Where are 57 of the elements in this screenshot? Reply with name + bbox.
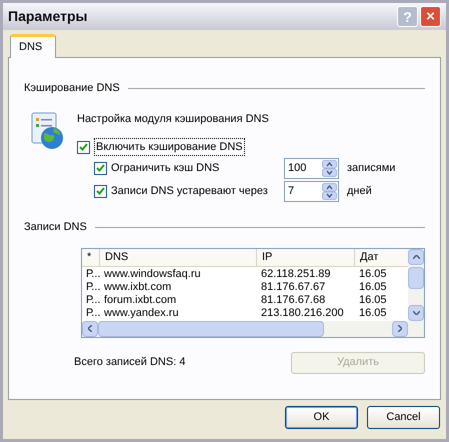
unit-label: дней xyxy=(347,184,372,199)
table-cell-text: forum.ixbt.com xyxy=(103,294,178,306)
caret-down-icon xyxy=(412,310,420,314)
caret-right-icon xyxy=(398,325,402,332)
table-cell-text: www.windowsfaq.ru xyxy=(103,268,202,280)
checkbox-label[interactable]: Записи DNS устаревают через xyxy=(111,182,284,200)
scroll-thumb[interactable] xyxy=(98,320,324,336)
scroll-down-button[interactable] xyxy=(408,304,424,320)
horizontal-scrollbar[interactable] xyxy=(82,320,424,336)
table-cell-text: Р... xyxy=(85,280,100,294)
checkbox-label[interactable]: Включить кэширование DNS xyxy=(94,138,245,156)
description-text: Настройка модуля кэширования DNS xyxy=(77,112,270,126)
globe-document-icon xyxy=(30,110,66,150)
table-cell-text: Р... xyxy=(85,306,100,320)
close-button[interactable]: × xyxy=(420,6,441,27)
column-header[interactable]: IP xyxy=(257,248,355,266)
table-cell-text: 213.180.216.200 xyxy=(260,306,345,320)
check-icon xyxy=(96,164,105,172)
ok-button[interactable]: OK xyxy=(285,406,358,429)
section-heading: Записи DNS xyxy=(24,220,87,235)
checkbox[interactable] xyxy=(94,184,107,198)
checkbox[interactable] xyxy=(94,162,107,174)
table-cell-text: Р... xyxy=(85,294,100,306)
scroll-thumb[interactable] xyxy=(408,266,424,288)
records-count: Всего записей DNS: 4 xyxy=(74,355,186,370)
table-cell-text: 81.176.67.67 xyxy=(260,280,326,294)
caret-left-icon xyxy=(88,325,92,332)
unit-label: записями xyxy=(347,160,396,176)
scroll-left-button[interactable] xyxy=(82,320,98,336)
table-cell-text: 16.05 xyxy=(358,280,388,294)
spin-arrows-icon[interactable] xyxy=(322,182,337,200)
table-cell-text: 16.05 xyxy=(358,306,388,320)
table-cell-text: 62.118.251.89 xyxy=(260,268,332,280)
checkbox-label[interactable]: Ограничить кэш DNS xyxy=(111,160,284,176)
checkbox[interactable] xyxy=(77,140,90,154)
scroll-right-button[interactable] xyxy=(392,320,408,336)
column-header[interactable]: * xyxy=(82,248,100,266)
column-header[interactable]: DNS xyxy=(100,248,257,266)
tab[interactable]: DNS xyxy=(10,34,56,58)
table-cell-text: Р... xyxy=(85,268,100,280)
cancel-button[interactable]: Cancel xyxy=(367,406,440,429)
number-spinner[interactable]: 100 xyxy=(284,158,339,178)
table-cell-text: www.ixbt.com xyxy=(103,280,172,294)
scroll-up-button[interactable] xyxy=(408,248,424,264)
column-header[interactable]: Дат xyxy=(355,248,408,266)
table-cell-text: 16.05 xyxy=(358,268,388,280)
window-title: Параметры xyxy=(8,7,89,26)
check-icon xyxy=(96,187,105,195)
caret-up-icon xyxy=(412,254,420,258)
spin-arrows-icon[interactable] xyxy=(322,160,337,176)
table-cell-text: www.yandex.ru xyxy=(103,306,180,320)
table-cell-text: 81.176.67.68 xyxy=(260,294,326,306)
vertical-scrollbar[interactable] xyxy=(408,248,424,320)
check-icon xyxy=(79,143,88,151)
section-heading: Кэширование DNS xyxy=(24,81,120,96)
table-cell-text: 16.05 xyxy=(358,294,388,306)
number-spinner[interactable]: 7 xyxy=(284,180,339,202)
